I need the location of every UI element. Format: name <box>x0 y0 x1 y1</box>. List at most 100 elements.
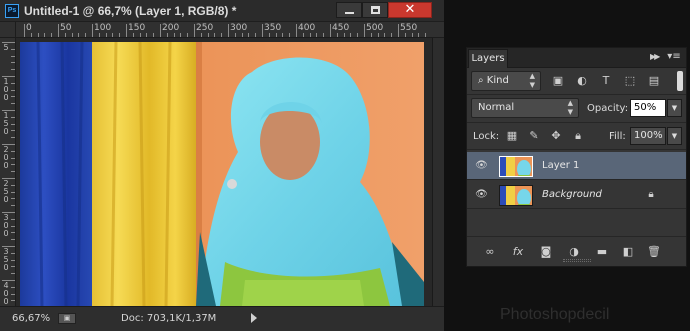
ruler-label: 200 <box>162 23 180 33</box>
ruler-tick <box>58 24 59 37</box>
panel-menu-icon[interactable]: ▾≡ <box>667 51 681 63</box>
lock-image-icon[interactable]: ✎ <box>527 129 541 143</box>
ruler-label: 250 <box>196 23 214 33</box>
fill-slider-button[interactable]: ▼ <box>667 127 682 145</box>
zoom-preview-icon[interactable]: ▣ <box>58 313 76 324</box>
panel-footer: ∞ fx ◙ ◑ ▬ ◧ 🗑︎ <box>467 236 686 266</box>
filter-kind-dropdown[interactable]: ⌕ Kind ▲ ▼ <box>471 71 541 91</box>
document-title: Untitled-1 @ 66,7% (Layer 1, RGB/8) * <box>24 4 237 18</box>
ruler-origin[interactable] <box>0 22 16 38</box>
maximize-icon <box>371 6 380 14</box>
ruler-label: 0 <box>26 23 32 33</box>
lock-all-icon[interactable]: 🔒︎ <box>571 129 585 143</box>
lock-transparent-icon[interactable]: ▦ <box>505 129 519 143</box>
opacity-input[interactable]: 50% <box>630 99 666 117</box>
opacity-slider-button[interactable]: ▼ <box>667 99 682 117</box>
layer-row-background[interactable]: 👁︎ Background 🔒︎ <box>467 181 686 209</box>
dropdown-arrows-icon: ▲ ▼ <box>567 99 573 116</box>
minimize-button[interactable] <box>336 2 362 18</box>
fx-icon[interactable]: fx <box>511 245 525 259</box>
document-info: Doc: 703,1K/1,37M <box>121 313 217 324</box>
ruler-label: 500 <box>366 23 384 33</box>
layer-thumbnail[interactable] <box>499 185 533 206</box>
smart-object-filter-icon[interactable]: ▤ <box>647 74 661 88</box>
layers-panel: Layers ▶▶ ▾≡ ⌕ Kind ▲ ▼ ▣ ◐ T ⬚ ▤ Normal … <box>466 47 687 267</box>
photoshop-logo-icon: Ps <box>5 4 19 18</box>
ruler-tick <box>364 24 365 37</box>
dropdown-arrows-icon: ▲ ▼ <box>529 72 535 89</box>
horizontal-ruler[interactable]: 0 50 100 150 200 250 300 350 400 450 500 550 <box>16 22 444 38</box>
ruler-label: 200 <box>3 145 9 170</box>
type-filter-icon[interactable]: T <box>599 74 613 88</box>
layer-row-layer-1[interactable]: 👁︎ Layer 1 <box>467 152 686 180</box>
ruler-label: 150 <box>128 23 146 33</box>
canvas-area[interactable] <box>16 38 444 306</box>
ruler-tick <box>92 24 93 37</box>
blend-mode-dropdown[interactable]: Normal ▲ ▼ <box>471 98 579 118</box>
ruler-tick <box>24 24 25 37</box>
filter-toggle[interactable] <box>677 71 683 91</box>
ruler-label: 5 <box>3 43 9 52</box>
image-filter-icon[interactable]: ▣ <box>551 74 565 88</box>
layer-name[interactable]: Layer 1 <box>542 160 579 171</box>
ruler-tick <box>160 24 161 37</box>
add-mask-icon[interactable]: ◙ <box>539 245 553 259</box>
watermark: Photoshopdecil <box>500 306 610 323</box>
ruler-label: 100 <box>94 23 112 33</box>
tab-layers[interactable]: Layers <box>468 49 508 68</box>
ruler-label: 350 <box>264 23 282 33</box>
close-button[interactable]: ✕ <box>388 2 432 18</box>
vertical-ruler[interactable]: 5 100 150 200 250 300 350 400 <box>0 38 16 306</box>
new-group-icon[interactable]: ▬ <box>595 245 609 259</box>
lock-label: Lock: <box>473 131 500 142</box>
layer-thumbnail[interactable] <box>499 156 533 177</box>
thumbnail-svg <box>500 186 532 205</box>
divider <box>467 122 686 123</box>
photo-image[interactable] <box>20 42 424 306</box>
new-adjustment-icon[interactable]: ◑ <box>567 245 581 259</box>
thumbnail-svg <box>500 157 532 176</box>
vertical-scrollbar[interactable] <box>432 38 444 306</box>
ruler-label: 150 <box>3 111 9 136</box>
ruler-tick <box>228 24 229 37</box>
minimize-icon <box>345 12 354 14</box>
filter-kind-label: Kind <box>486 75 509 86</box>
search-icon: ⌕ <box>478 75 484 86</box>
delete-layer-icon[interactable]: 🗑︎ <box>647 245 661 259</box>
fill-input[interactable]: 100% <box>630 127 666 145</box>
ruler-label: 350 <box>3 247 9 272</box>
close-icon: ✕ <box>404 2 416 17</box>
layer-lock-icon[interactable]: 🔒︎ <box>645 188 657 201</box>
ruler-label: 50 <box>60 23 72 33</box>
ruler-tick <box>330 24 331 37</box>
ruler-label: 550 <box>400 23 418 33</box>
adjustment-filter-icon[interactable]: ◐ <box>575 74 589 88</box>
ruler-label: 400 <box>3 281 9 306</box>
ruler-label: 300 <box>3 213 9 238</box>
divider <box>467 94 686 95</box>
blend-mode-label: Normal <box>478 102 515 113</box>
ruler-tick <box>262 24 263 37</box>
ruler-tick <box>126 24 127 37</box>
ruler-tick <box>296 24 297 37</box>
zoom-level[interactable]: 66,67% <box>12 313 50 324</box>
ruler-label: 250 <box>3 179 9 204</box>
document-titlebar[interactable]: Ps Untitled-1 @ 66,7% (Layer 1, RGB/8) *… <box>0 0 444 22</box>
status-menu-arrow-icon[interactable] <box>251 313 257 323</box>
lock-position-icon[interactable]: ✥ <box>549 129 563 143</box>
maximize-button[interactable] <box>362 2 388 18</box>
document-window: Ps Untitled-1 @ 66,7% (Layer 1, RGB/8) *… <box>0 0 444 331</box>
resize-grip[interactable] <box>563 259 591 262</box>
visibility-eye-icon[interactable]: 👁︎ <box>475 160 488 172</box>
ruler-label: 300 <box>230 23 248 33</box>
photo-svg <box>20 42 424 306</box>
shape-filter-icon[interactable]: ⬚ <box>623 74 637 88</box>
collapse-panel-icon[interactable]: ▶▶ <box>650 52 660 61</box>
status-bar: 66,67% ▣ Doc: 703,1K/1,37M <box>0 306 444 331</box>
new-layer-icon[interactable]: ◧ <box>621 245 635 259</box>
panel-tab-bar: Layers ▶▶ ▾≡ <box>467 48 686 68</box>
link-layers-icon[interactable]: ∞ <box>483 245 497 259</box>
layer-name[interactable]: Background <box>542 189 602 200</box>
ruler-label: 100 <box>3 77 9 102</box>
visibility-eye-icon[interactable]: 👁︎ <box>475 189 488 201</box>
